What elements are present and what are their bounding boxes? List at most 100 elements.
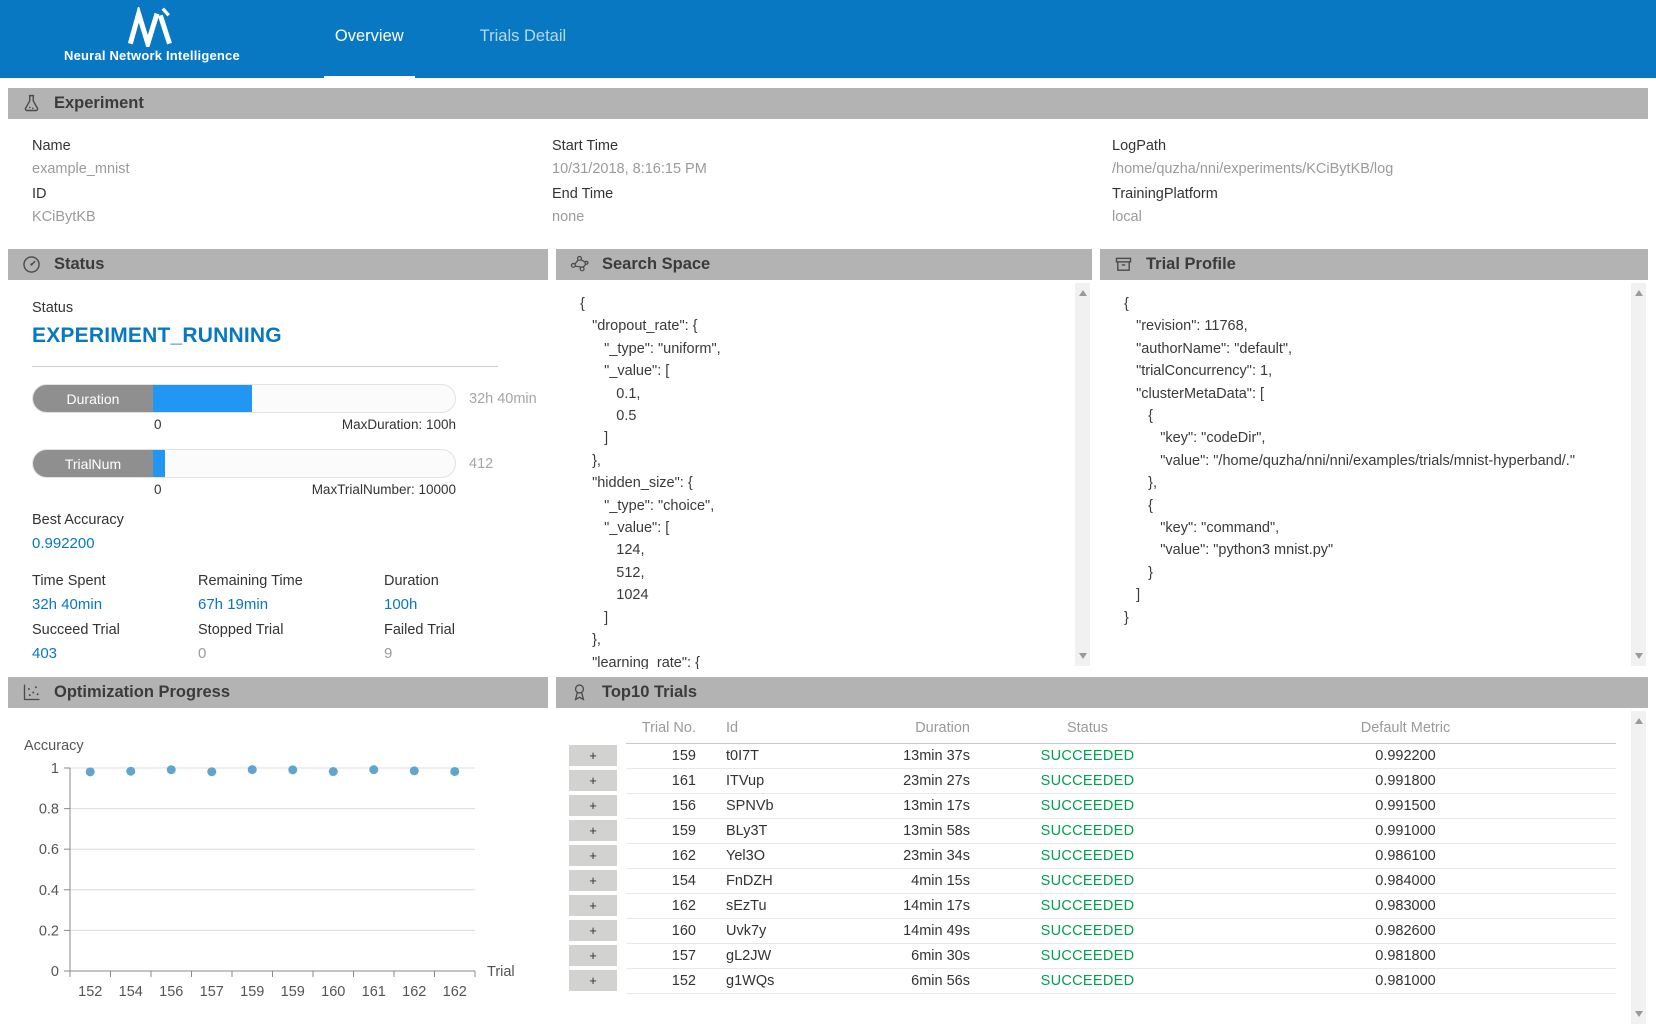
status-metric: Remaining Time67h 19min: [198, 564, 384, 613]
scroll-up-button[interactable]: [1635, 290, 1643, 296]
expand-row-button[interactable]: +: [569, 870, 617, 891]
scrollbar[interactable]: [1631, 711, 1646, 1024]
duration-cell: 13min 17s: [840, 793, 980, 818]
gauge-icon: [21, 254, 42, 275]
tab-trials-detail[interactable]: Trials Detail: [469, 27, 578, 78]
data-point[interactable]: [288, 765, 297, 774]
progress-max-label: MaxTrialNumber: 10000: [312, 482, 456, 497]
status-metric-label: Failed Trial: [384, 622, 548, 638]
table-row: +152g1WQs6min 56sSUCCEEDED0.981000: [568, 968, 1616, 993]
tab-bar: Overview Trials Detail: [324, 0, 577, 78]
scrollbar[interactable]: [1075, 283, 1090, 666]
status-badge: SUCCEEDED: [1041, 873, 1135, 889]
data-point[interactable]: [248, 765, 257, 774]
top10-body: +159t0I7T13min 37sSUCCEEDED0.992200+161I…: [568, 743, 1616, 993]
progress-start-label: 0: [154, 482, 162, 497]
scroll-down-button[interactable]: [1079, 653, 1087, 659]
duration-cell: 6min 56s: [840, 968, 980, 993]
progress-duration: Duration32h 40min0MaxDuration: 100h: [32, 384, 548, 432]
scroll-down-button[interactable]: [1635, 653, 1643, 659]
table-row: +159t0I7T13min 37sSUCCEEDED0.992200: [568, 743, 1616, 768]
field-label: Name: [32, 138, 552, 154]
trial-no-cell: 162: [626, 893, 722, 918]
status-metric: Succeed Trial403: [32, 613, 198, 662]
status-metric-label: Stopped Trial: [198, 622, 384, 638]
expand-row-button[interactable]: +: [569, 745, 617, 766]
svg-text:154: 154: [119, 984, 143, 1000]
svg-text:Accuracy: Accuracy: [24, 738, 84, 754]
status-badge: SUCCEEDED: [1041, 748, 1135, 764]
trial-no-cell: 159: [626, 743, 722, 768]
data-point[interactable]: [207, 767, 216, 776]
status-badge: SUCCEEDED: [1041, 973, 1135, 989]
experiment-column: Start Time10/31/2018, 8:16:15 PMEnd Time…: [552, 129, 1112, 225]
table-row: +159BLy3T13min 58sSUCCEEDED0.991000: [568, 818, 1616, 843]
app-header: Neural Network Intelligence Overview Tria…: [0, 0, 1656, 78]
expand-row-button[interactable]: +: [569, 845, 617, 866]
trial-id-cell: gL2JW: [722, 943, 840, 968]
progress-label: Duration: [33, 385, 153, 412]
brand[interactable]: Neural Network Intelligence: [64, 0, 240, 78]
tab-overview[interactable]: Overview: [324, 27, 415, 78]
expand-row-button[interactable]: +: [569, 970, 617, 991]
trial-id-cell: Yel3O: [722, 843, 840, 868]
trial-no-cell: 154: [626, 868, 722, 893]
field-value: local: [1112, 209, 1393, 225]
duration-cell: 23min 34s: [840, 843, 980, 868]
svg-text:0.4: 0.4: [39, 883, 59, 899]
data-point[interactable]: [450, 767, 459, 776]
column-header-trial: Trial No.: [626, 714, 722, 743]
field-value: example_mnist: [32, 161, 552, 177]
metric-cell: 0.991800: [1195, 768, 1616, 793]
svg-text:0.2: 0.2: [39, 923, 59, 939]
progress-bars: Duration32h 40min0MaxDuration: 100hTrial…: [32, 384, 548, 497]
top10-trials-panel: Top10 Trials Trial No.IdDurationStatusDe…: [556, 677, 1648, 1027]
svg-text:157: 157: [200, 984, 224, 1000]
optimization-chart[interactable]: 00.20.40.60.8115215415615715915916016116…: [8, 708, 548, 1027]
top10-header-row: Trial No.IdDurationStatusDefault Metric: [568, 714, 1616, 743]
table-row: +157gL2JW6min 30sSUCCEEDED0.981800: [568, 943, 1616, 968]
data-point[interactable]: [126, 767, 135, 776]
status-badge: SUCCEEDED: [1041, 773, 1135, 789]
search-space-panel-title: Search Space: [602, 255, 710, 274]
expand-row-button[interactable]: +: [569, 795, 617, 816]
svg-text:1: 1: [51, 761, 59, 777]
svg-text:161: 161: [362, 984, 386, 1000]
data-point[interactable]: [329, 767, 338, 776]
expand-row-button[interactable]: +: [569, 920, 617, 941]
duration-cell: 13min 58s: [840, 818, 980, 843]
expand-row-button[interactable]: +: [569, 895, 617, 916]
search-space-json: { "dropout_rate": { "_type": "uniform", …: [556, 280, 1092, 669]
column-header-metric: Default Metric: [1195, 714, 1616, 743]
data-point[interactable]: [86, 767, 95, 776]
scroll-up-button[interactable]: [1635, 718, 1643, 724]
svg-text:159: 159: [281, 984, 305, 1000]
data-point[interactable]: [369, 765, 378, 774]
bottom-row: Optimization Progress 00.20.40.60.811521…: [8, 677, 1648, 1027]
svg-text:Trial: Trial: [487, 964, 515, 980]
expand-row-button[interactable]: +: [569, 820, 617, 841]
best-accuracy-label: Best Accuracy: [32, 512, 548, 528]
top10-panel-title: Top10 Trials: [602, 683, 697, 702]
trial-id-cell: BLy3T: [722, 818, 840, 843]
expand-row-button[interactable]: +: [569, 770, 617, 791]
field-label: LogPath: [1112, 138, 1393, 154]
scroll-down-button[interactable]: [1635, 1011, 1643, 1017]
experiment-status-value: EXPERIMENT_RUNNING: [32, 324, 548, 348]
trial-id-cell: SPNVb: [722, 793, 840, 818]
metric-cell: 0.981000: [1195, 968, 1616, 993]
search-space-panel-header: Search Space: [556, 249, 1092, 280]
progress-track: TrialNum: [32, 449, 456, 478]
nni-logo: [118, 7, 186, 47]
experiment-panel-title: Experiment: [54, 94, 144, 113]
expand-row-button[interactable]: +: [569, 945, 617, 966]
trial-id-cell: ITVup: [722, 768, 840, 793]
data-point[interactable]: [410, 766, 419, 775]
metric-cell: 0.991500: [1195, 793, 1616, 818]
scrollbar[interactable]: [1631, 283, 1646, 666]
data-point[interactable]: [167, 765, 176, 774]
status-badge: SUCCEEDED: [1041, 948, 1135, 964]
progress-value: 32h 40min: [469, 391, 537, 407]
scroll-up-button[interactable]: [1079, 290, 1087, 296]
trial-id-cell: t0I7T: [722, 743, 840, 768]
